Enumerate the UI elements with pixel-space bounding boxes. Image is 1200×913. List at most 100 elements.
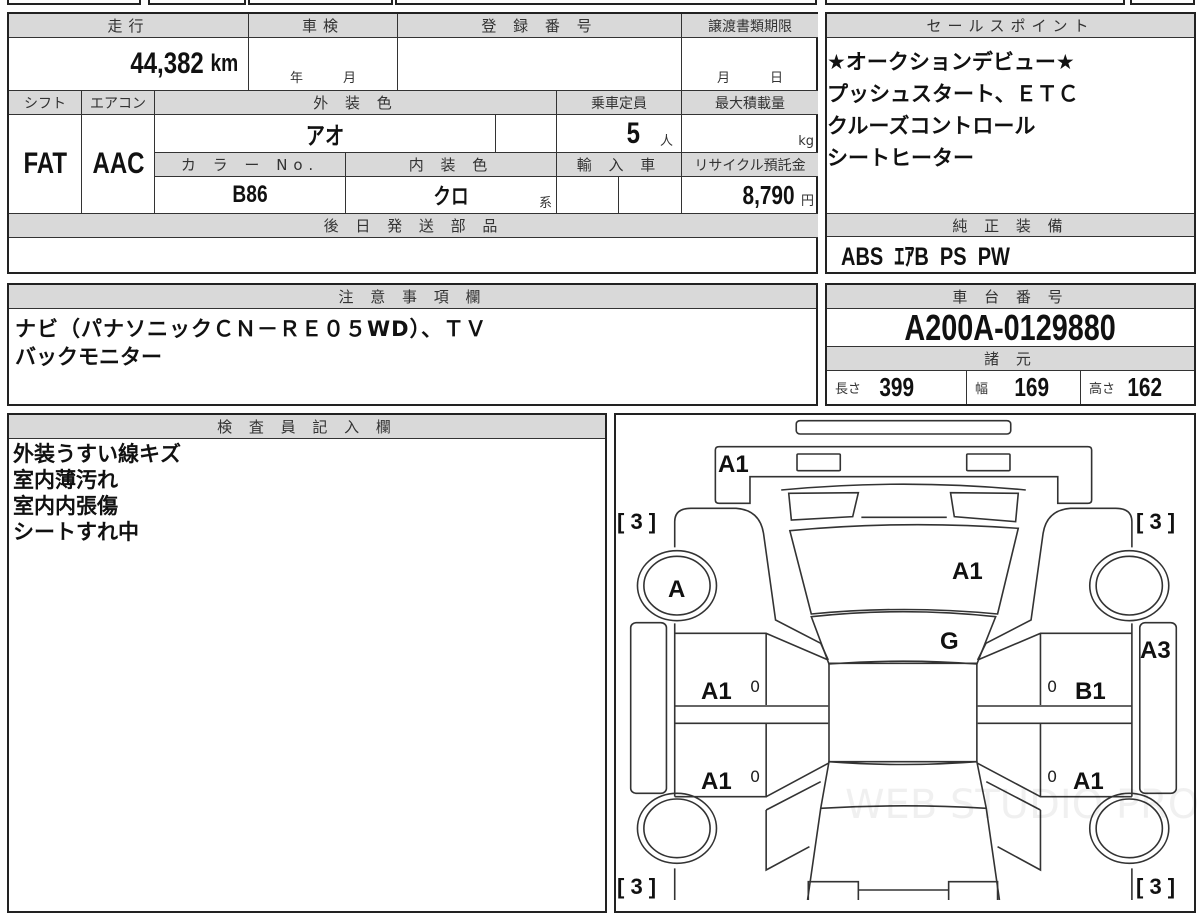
left-front-fender [675,508,829,660]
watermark: WEB STUDIO PRO [845,782,1200,828]
rear-spoiler [796,421,1010,434]
right-front-fender [978,508,1132,660]
day-unit: 日 [770,71,784,86]
width-value: 169 [1014,372,1050,402]
width-cell: 幅 169 [967,371,1081,404]
recycle-fee-value: 8,790 [742,179,795,210]
damage-mark-front-bumper: A1 [718,451,749,478]
max-load-cell: kg [682,115,818,153]
equipment-value: ABS ｴｱB PS PW [841,242,1010,271]
damage-mark-right-front-door: B1 [1075,678,1106,705]
sales-point: シートヒーター [827,146,974,170]
transfer-deadline-cell: 月 日 [682,38,818,91]
top-cell [148,0,246,5]
shift-value: FAT [23,147,67,180]
specs-header: 諸 元 [827,347,1194,371]
mileage-header: 走行 [9,14,249,38]
inspector-line: 室内内張傷 [13,494,118,518]
top-cell [825,0,1125,5]
door-zero-mark: 0 [1047,767,1058,786]
interior-color-value: クロ [433,184,469,209]
hood [790,525,1018,614]
capacity-header: 乗車定員 [557,91,682,115]
chassis-cell: A200A-0129880 [827,309,1194,347]
sales-points-box: セールスポイント ★オークションデビュー★ プッシュスタート、ＥＴＣ クルーズコ… [825,12,1196,274]
tire-tread-fl: [ 3 ] [617,509,657,534]
year-unit: 年 [289,71,303,86]
chassis-box: 車 台 番 号 A200A-0129880 諸 元 長さ 399 幅 169 高さ 1… [825,283,1196,406]
month-unit: 月 [716,71,730,86]
import-header: 輸 入 車 [557,153,682,177]
shift-header: シフト [9,91,82,115]
mileage-cell: 44,382 km [9,38,249,91]
max-load-header: 最大積載量 [682,91,818,115]
door-zero-mark: 0 [750,677,761,696]
front-bumper [715,447,1091,504]
color-no-header: カ ラ ー No. [155,153,346,177]
inspector-line: 室内薄汚れ [13,468,118,492]
import-cell [557,177,619,214]
capacity-value: 5 [626,116,641,150]
sales-points-header: セールスポイント [827,14,1194,38]
recycle-unit: 円 [800,193,814,209]
capacity-cell: 5 人 [557,115,682,153]
month-unit: 月 [343,71,357,86]
damage-mark-right-rear-door: A1 [1073,768,1104,795]
top-cell [7,0,141,5]
note-line: バックモニター [15,345,162,369]
left-side-panel [631,623,667,794]
door-zero-mark: 0 [1047,677,1058,696]
door-zero-mark: 0 [750,767,761,786]
mileage-unit: km [210,50,239,77]
sales-point: プッシュスタート、ＥＴＣ [827,82,1079,106]
width-label: 幅 [975,382,989,397]
tire-tread-fr: [ 3 ] [1136,509,1176,534]
inspector-line: 外装うすい線キズ [13,442,181,466]
inspector-header: 検 査 員 記 入 欄 [9,415,605,439]
chassis-header: 車 台 番 号 [827,285,1194,309]
max-load-unit: kg [798,134,814,149]
top-cell [395,0,817,5]
damage-mark-hood: A1 [952,558,983,585]
height-cell: 高さ 162 [1081,371,1194,404]
exterior-color-value: アオ [305,123,345,150]
length-cell: 長さ 399 [827,371,967,404]
top-cell [1130,0,1195,5]
transfer-deadline-header: 譲渡書類期限 [682,14,818,38]
chassis-number: A200A-0129880 [904,309,1117,347]
capacity-unit: 人 [659,134,673,149]
vehicle-info-table: 走行 車検 登 録 番 号 譲渡書類期限 44,382 km 年 月 月 日 シ… [7,12,818,274]
height-label: 高さ [1089,382,1116,397]
inspector-box: 検 査 員 記 入 欄 外装うすい線キズ 室内薄汚れ 室内内張傷 シートすれ中 [7,413,607,913]
height-value: 162 [1127,372,1163,402]
shift-cell: FAT [9,115,82,214]
aircon-header: エアコン [82,91,155,115]
exterior-color-header: 外 装 色 [155,91,557,115]
recycle-cell: 8,790 円 [682,177,818,214]
length-label: 長さ [835,382,862,397]
later-parts-header: 後 日 発 送 部 品 [9,214,818,238]
interior-suffix: 系 [538,196,552,211]
length-value: 399 [879,372,915,402]
interior-color-header: 内 装 色 [346,153,557,177]
inspector-line: シートすれ中 [13,520,139,544]
damage-mark-windshield: G [940,628,959,655]
windshield [811,612,995,664]
aircon-cell: AAC [82,115,155,214]
aircon-value: AAC [92,147,144,180]
tire-tread-rr: [ 3 ] [1136,874,1176,899]
damage-mark-left-rear-door: A1 [701,768,732,795]
tire-tread-rl: [ 3 ] [617,874,657,899]
sales-point: クルーズコントロール [827,114,1036,138]
equipment-cell: ABS ｴｱB PS PW [827,237,1194,272]
notes-box: 注 意 事 項 欄 ナビ（パナソニックＣＮ－ＲＥ０５WD）、ＴＶ バックモニター [7,283,818,406]
exterior-color-cell: アオ [155,115,496,153]
import-cell [619,177,682,214]
notes-header: 注 意 事 項 欄 [9,285,816,309]
color-no-value: B86 [232,181,268,208]
mileage-value: 44,382 [129,47,204,80]
color-no-cell: B86 [155,177,346,214]
top-cell [248,0,393,5]
sales-point: ★オークションデビュー★ [827,50,1075,74]
damage-mark-front-left-wheel: A [668,576,686,603]
